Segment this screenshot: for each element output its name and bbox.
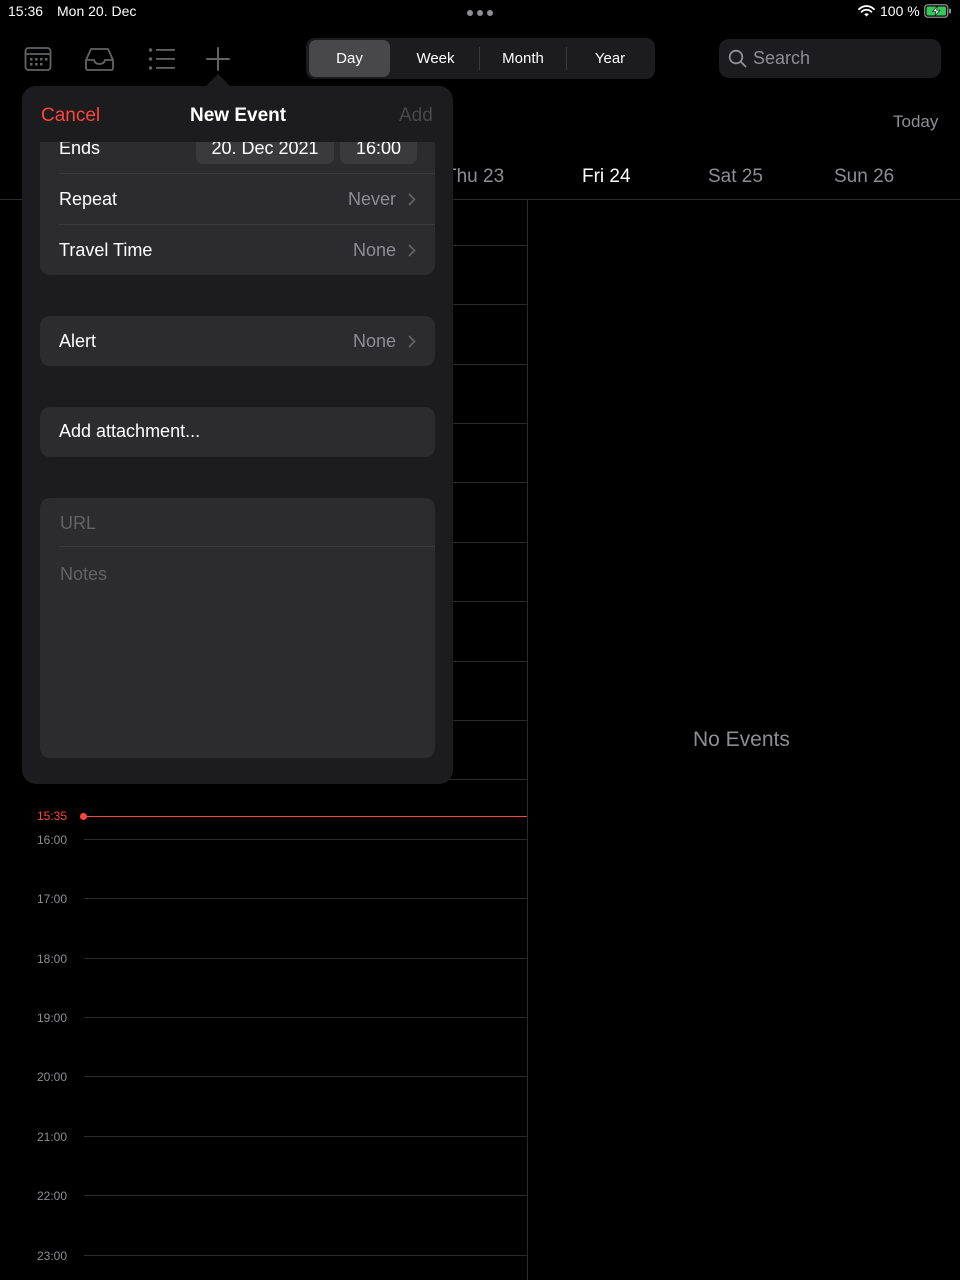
hour-gridline bbox=[84, 1255, 527, 1256]
list-icon[interactable] bbox=[148, 46, 176, 72]
search-icon bbox=[728, 49, 747, 68]
battery-percentage: 100 % bbox=[880, 3, 920, 19]
day-header-sat[interactable]: Sat 25 bbox=[708, 166, 763, 188]
current-time-label: 15:35 bbox=[37, 809, 68, 823]
hour-label: 18:00 bbox=[37, 952, 68, 966]
day-header-thu[interactable]: Thu 23 bbox=[445, 166, 504, 188]
travel-time-value: None bbox=[352, 240, 396, 260]
view-mode-control: Day Week Month Year bbox=[306, 38, 655, 79]
repeat-row[interactable]: Repeat Never bbox=[40, 174, 435, 224]
hour-gridline bbox=[84, 1136, 527, 1137]
hour-label: 19:00 bbox=[37, 1011, 68, 1025]
status-date: Mon 20. Dec bbox=[57, 3, 137, 19]
chevron-right-icon bbox=[408, 193, 416, 206]
wifi-icon bbox=[858, 5, 875, 17]
url-notes-group: URL Notes bbox=[40, 498, 435, 758]
week-tab[interactable]: Week bbox=[392, 40, 479, 77]
hour-label: 22:00 bbox=[37, 1189, 68, 1203]
day-header-sun[interactable]: Sun 26 bbox=[834, 166, 894, 188]
travel-time-row[interactable]: Travel Time None bbox=[40, 225, 435, 275]
multitasking-dots-icon[interactable] bbox=[467, 10, 493, 16]
current-time-line bbox=[84, 816, 527, 817]
day-tab[interactable]: Day bbox=[309, 40, 390, 77]
dates-group: Ends 20. Dec 2021 16:00 Repeat Never Tra… bbox=[40, 126, 435, 275]
alert-row[interactable]: Alert None bbox=[40, 316, 435, 366]
hour-label: 16:00 bbox=[37, 833, 68, 847]
hour-gridline bbox=[84, 958, 527, 959]
calendars-icon[interactable] bbox=[24, 46, 52, 72]
alert-label: Alert bbox=[59, 331, 97, 351]
cancel-button[interactable]: Cancel bbox=[41, 105, 100, 127]
travel-time-label: Travel Time bbox=[59, 240, 153, 260]
hour-label: 21:00 bbox=[37, 1130, 68, 1144]
add-button[interactable]: Add bbox=[399, 105, 433, 127]
hour-gridline bbox=[84, 1017, 527, 1018]
add-icon[interactable] bbox=[205, 46, 231, 72]
popover-header: Cancel New Event Add bbox=[22, 86, 453, 142]
status-bar: 15:36 Mon 20. Dec 100 % bbox=[0, 0, 960, 26]
search-placeholder: Search bbox=[753, 48, 811, 68]
hour-label: 17:00 bbox=[37, 892, 68, 906]
no-events-message: No Events bbox=[693, 728, 790, 751]
search-field[interactable]: Search bbox=[719, 39, 941, 78]
hour-label: 23:00 bbox=[37, 1249, 68, 1263]
year-tab[interactable]: Year bbox=[567, 40, 653, 77]
status-time: 15:36 bbox=[8, 3, 44, 19]
popover-title: New Event bbox=[190, 105, 287, 126]
hour-gridline bbox=[84, 898, 527, 899]
hour-gridline bbox=[84, 839, 527, 840]
battery-charging-icon bbox=[924, 4, 951, 18]
hour-gridline bbox=[84, 1076, 527, 1077]
alert-value: None bbox=[352, 331, 396, 351]
row-separator bbox=[59, 546, 435, 547]
new-event-popover: Cancel New Event Add Ends 20. Dec 2021 1… bbox=[22, 86, 453, 784]
add-attachment-button[interactable]: Add attachment... bbox=[40, 407, 435, 457]
chevron-right-icon bbox=[408, 244, 416, 257]
chevron-right-icon bbox=[408, 335, 416, 348]
today-button[interactable]: Today bbox=[893, 112, 938, 132]
url-field[interactable]: URL bbox=[60, 513, 96, 534]
month-tab[interactable]: Month bbox=[480, 40, 566, 77]
repeat-value: Never bbox=[347, 189, 396, 209]
repeat-label: Repeat bbox=[59, 189, 118, 209]
hour-label: 20:00 bbox=[37, 1070, 68, 1084]
notes-field[interactable]: Notes bbox=[60, 564, 107, 585]
hour-gridline bbox=[84, 1195, 527, 1196]
inbox-icon[interactable] bbox=[84, 46, 115, 72]
timeline-column-divider bbox=[527, 200, 528, 1280]
add-attachment-label: Add attachment... bbox=[59, 421, 201, 441]
day-header-fri[interactable]: Fri 24 bbox=[582, 166, 631, 188]
